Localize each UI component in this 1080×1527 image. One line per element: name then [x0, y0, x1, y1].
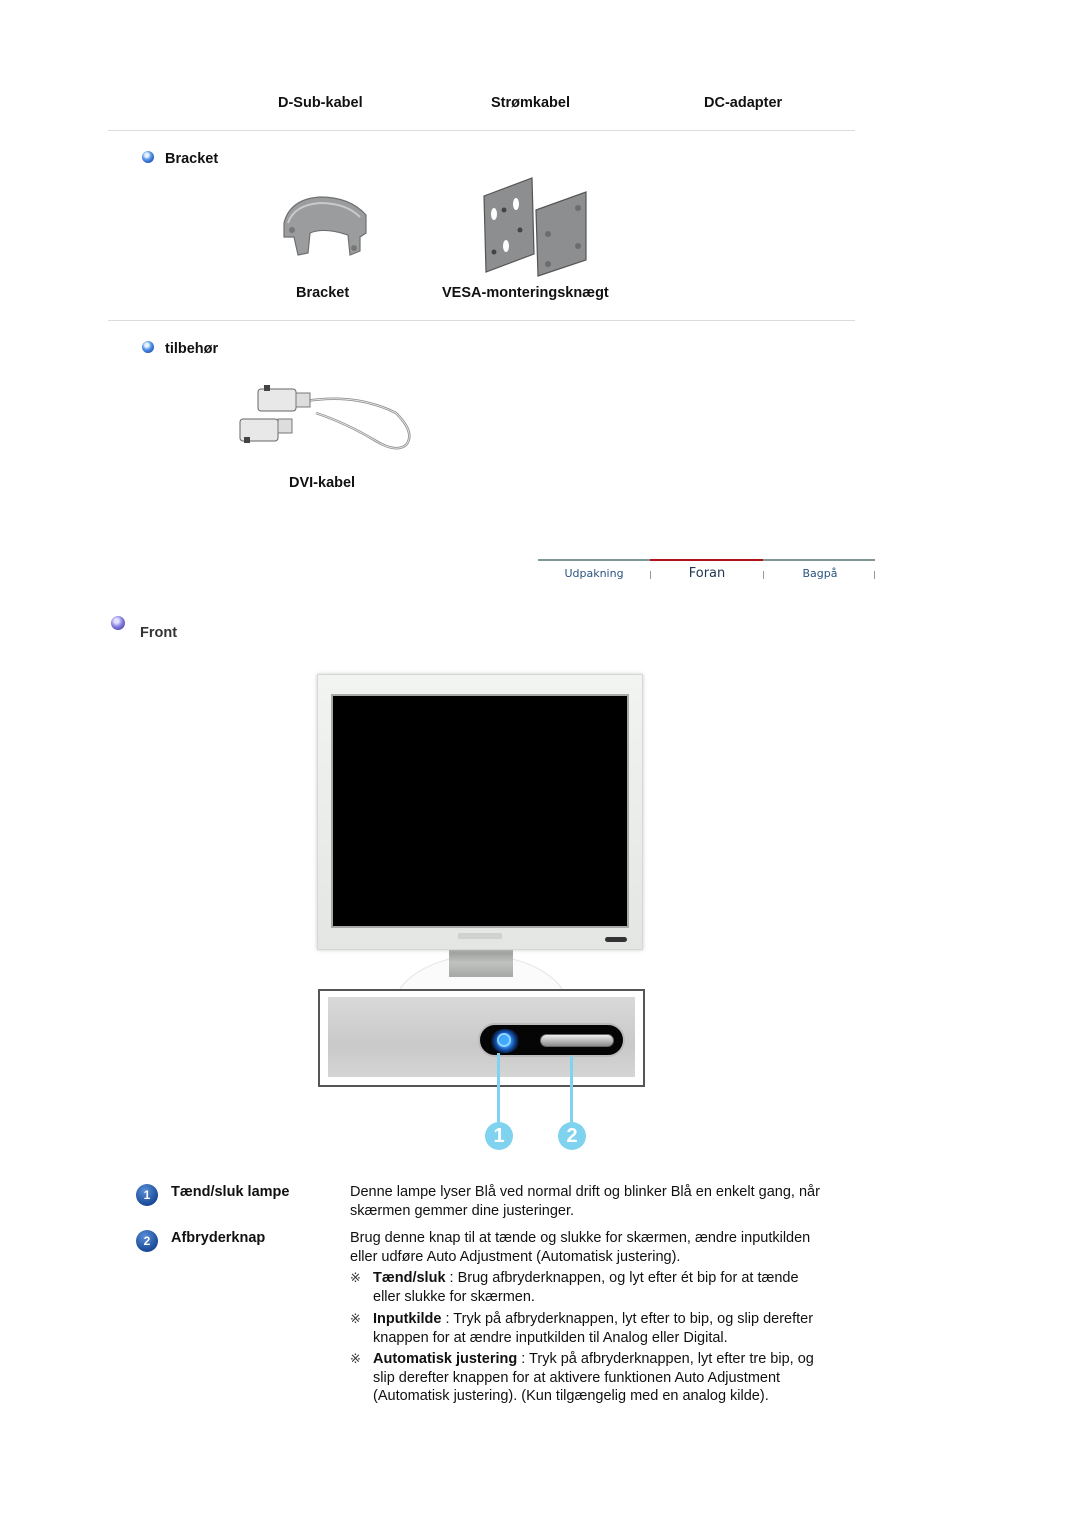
note-power-on-off: ※ Tænd/sluk : Brug afbryderknappen, og ly… [350, 1269, 820, 1306]
power-icon [497, 1033, 511, 1047]
view-tab-bar: Udpakning Foran Bagpå [538, 559, 875, 589]
note-auto-adjust: ※ Automatisk justering : Tryk på afbryder… [350, 1350, 830, 1406]
callout-line [497, 1053, 500, 1125]
monitor-front-image [317, 674, 643, 950]
vesa-mount-label: VESA-monteringsknægt [442, 285, 609, 301]
callout-number-1: 1 [485, 1122, 513, 1150]
dsub-cable-label: D-Sub-kabel [278, 95, 363, 111]
dvi-cable-label: DVI-kabel [289, 475, 356, 491]
tab-indicator [538, 559, 650, 561]
tab-separator [874, 571, 875, 579]
note-term: Inputkilde [373, 1311, 442, 1327]
dc-adapter-label: DC-adapter [704, 95, 783, 111]
reference-mark-icon: ※ [350, 1311, 361, 1326]
front-section-heading: Front [140, 625, 178, 641]
bullet-icon [111, 616, 125, 630]
divider [108, 130, 855, 131]
number-badge-1: 1 [136, 1184, 158, 1206]
brand-logo [458, 933, 502, 939]
note-input-source: ※ Inputkilde : Tryk på afbryderknappen, l… [350, 1310, 850, 1347]
tab-indicator-active [650, 559, 763, 561]
power-led [605, 937, 627, 942]
reference-mark-icon: ※ [350, 1351, 361, 1366]
divider [108, 320, 855, 321]
power-button [540, 1034, 614, 1047]
bracket-section-heading: Bracket [165, 151, 219, 167]
dvi-cable-image [239, 385, 411, 450]
tab-indicator [763, 559, 875, 561]
legend-desc-power-lamp: Denne lampe lyser Blå ved normal drift o… [350, 1184, 820, 1219]
bracket-item-label: Bracket [296, 285, 350, 301]
monitor-screen [331, 694, 629, 928]
control-detail-image [318, 989, 645, 1087]
number-badge-2: 2 [136, 1230, 158, 1252]
reference-mark-icon: ※ [350, 1270, 361, 1285]
monitor-stand-neck [449, 948, 513, 977]
vesa-mount-image [483, 177, 587, 277]
callout-line [570, 1056, 573, 1125]
bullet-icon [142, 151, 154, 163]
tab-front[interactable]: Foran [651, 566, 763, 581]
power-cable-label: Strømkabel [491, 95, 570, 111]
bullet-icon [142, 341, 154, 353]
legend-title-power-lamp: Tænd/sluk lampe [171, 1184, 290, 1200]
note-term: Tænd/sluk [373, 1270, 446, 1286]
tab-unpacking[interactable]: Udpakning [538, 567, 650, 580]
legend-desc-power-button: Brug denne knap til at tænde og slukke f… [350, 1230, 811, 1265]
note-term: Automatisk justering [373, 1351, 518, 1367]
control-panel [478, 1023, 625, 1057]
bracket-image [283, 196, 367, 256]
accessory-section-heading: tilbehør [165, 341, 219, 357]
legend-title-power-button: Afbryderknap [171, 1230, 266, 1246]
tab-back[interactable]: Bagpå [764, 567, 876, 580]
callout-number-2: 2 [558, 1122, 586, 1150]
